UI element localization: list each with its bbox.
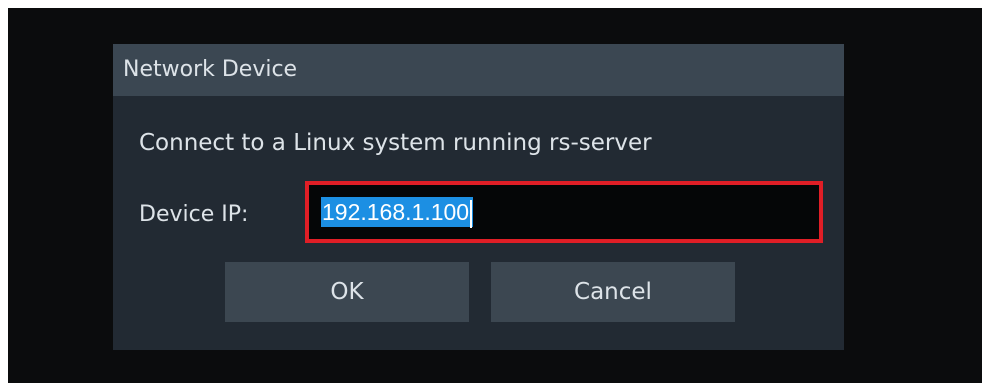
dialog-titlebar[interactable]: Network Device [113,44,844,96]
device-ip-label: Device IP: [139,202,249,227]
network-device-dialog: Network Device Connect to a Linux system… [113,44,844,350]
cancel-button[interactable]: Cancel [491,262,735,322]
text-caret [470,199,473,228]
device-ip-input[interactable]: 192.168.1.100 [305,181,823,243]
dialog-description: Connect to a Linux system running rs-ser… [139,130,652,156]
device-ip-value: 192.168.1.100 [321,197,474,228]
dialog-title: Network Device [123,57,298,82]
ok-button[interactable]: OK [225,262,469,322]
